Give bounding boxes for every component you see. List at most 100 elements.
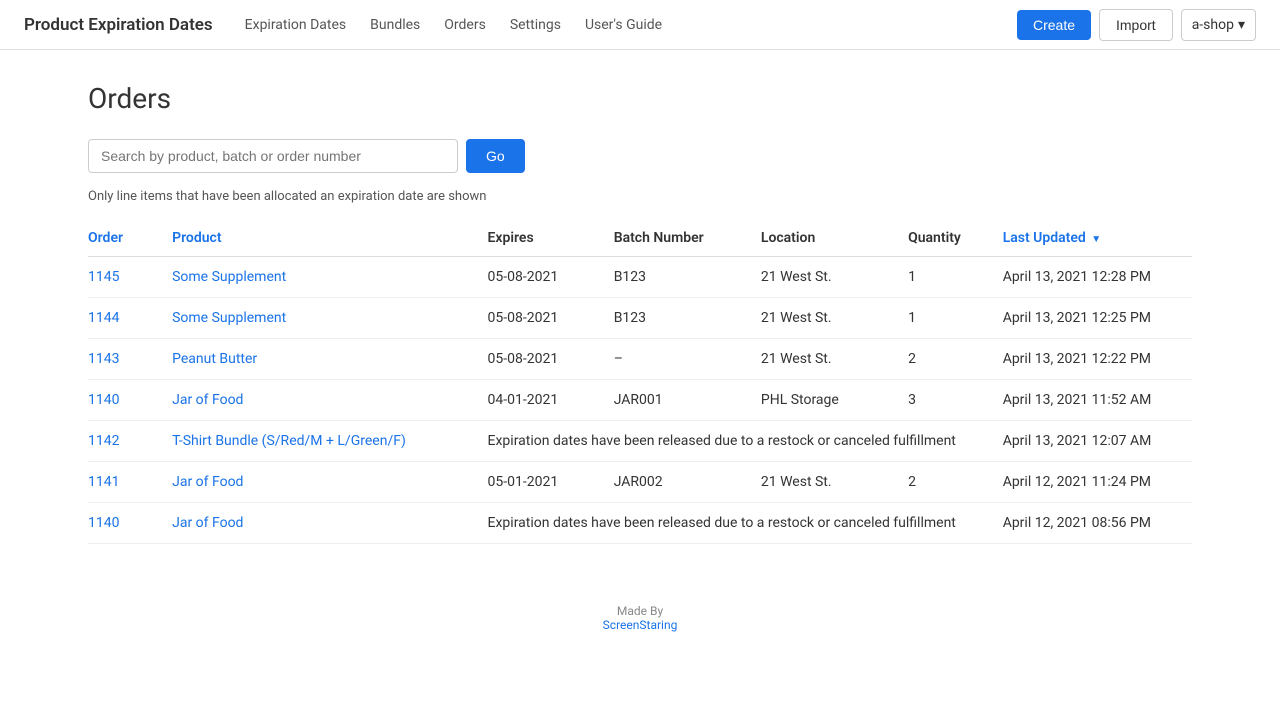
nav-expiration-dates[interactable]: Expiration Dates: [245, 17, 346, 33]
batch-cell: –: [614, 339, 761, 380]
info-text: Only line items that have been allocated…: [88, 189, 1192, 204]
location-cell: PHL Storage: [761, 380, 908, 421]
product-cell: Peanut Butter: [172, 339, 487, 380]
navbar: Product Expiration Dates Expiration Date…: [0, 0, 1280, 50]
expires-cell: 04-01-2021: [488, 380, 614, 421]
last-updated-cell: April 13, 2021 11:52 AM: [1003, 380, 1192, 421]
product-link[interactable]: T-Shirt Bundle (S/Red/M + L/Green/F): [172, 433, 406, 449]
navbar-actions: Create Import a-shop ▾: [1017, 9, 1256, 41]
table-body: 1145 Some Supplement 05-08-2021 B123 21 …: [88, 257, 1192, 544]
col-header-batch: Batch Number: [614, 220, 761, 257]
order-link[interactable]: 1145: [88, 269, 119, 285]
order-cell: 1142: [88, 421, 172, 462]
orders-table: Order Product Expires Batch Number Locat…: [88, 220, 1192, 544]
nav-settings[interactable]: Settings: [510, 17, 561, 33]
quantity-cell: 3: [908, 380, 1003, 421]
search-input[interactable]: [88, 139, 458, 173]
quantity-cell: 2: [908, 462, 1003, 503]
order-link[interactable]: 1140: [88, 392, 119, 408]
shop-name: a-shop: [1192, 17, 1234, 33]
create-button[interactable]: Create: [1017, 10, 1091, 40]
order-cell: 1141: [88, 462, 172, 503]
product-link[interactable]: Jar of Food: [172, 515, 243, 531]
last-updated-cell: April 13, 2021 12:07 AM: [1003, 421, 1192, 462]
order-cell: 1143: [88, 339, 172, 380]
main-content: Orders Go Only line items that have been…: [0, 50, 1280, 664]
col-header-quantity: Quantity: [908, 220, 1003, 257]
product-cell: Jar of Food: [172, 462, 487, 503]
product-cell: T-Shirt Bundle (S/Red/M + L/Green/F): [172, 421, 487, 462]
order-cell: 1145: [88, 257, 172, 298]
product-cell: Some Supplement: [172, 298, 487, 339]
col-header-expires: Expires: [488, 220, 614, 257]
last-updated-cell: April 13, 2021 12:25 PM: [1003, 298, 1192, 339]
col-header-product: Product: [172, 220, 487, 257]
company-link[interactable]: ScreenStaring: [603, 618, 678, 632]
order-cell: 1140: [88, 380, 172, 421]
location-cell: 21 West St.: [761, 462, 908, 503]
search-go-button[interactable]: Go: [466, 139, 525, 173]
order-sort-link[interactable]: Order: [88, 230, 123, 246]
product-link[interactable]: Jar of Food: [172, 474, 243, 490]
table-header-row: Order Product Expires Batch Number Locat…: [88, 220, 1192, 257]
sort-arrow-icon: ▼: [1091, 234, 1101, 245]
order-cell: 1144: [88, 298, 172, 339]
batch-cell: B123: [614, 257, 761, 298]
order-cell: 1140: [88, 503, 172, 544]
last-updated-sort-link[interactable]: Last Updated ▼: [1003, 230, 1101, 246]
table-row: 1141 Jar of Food 05-01-2021 JAR002 21 We…: [88, 462, 1192, 503]
nav-users-guide[interactable]: User's Guide: [585, 17, 662, 33]
order-link[interactable]: 1142: [88, 433, 119, 449]
batch-cell: B123: [614, 298, 761, 339]
product-link[interactable]: Some Supplement: [172, 269, 286, 285]
quantity-cell: 1: [908, 257, 1003, 298]
nav-links: Expiration Dates Bundles Orders Settings…: [245, 17, 1017, 33]
table-row: 1140 Jar of Food Expiration dates have b…: [88, 503, 1192, 544]
shop-selector[interactable]: a-shop ▾: [1181, 9, 1256, 41]
last-updated-cell: April 13, 2021 12:22 PM: [1003, 339, 1192, 380]
order-link[interactable]: 1144: [88, 310, 119, 326]
product-link[interactable]: Jar of Food: [172, 392, 243, 408]
batch-cell: JAR001: [614, 380, 761, 421]
expires-cell: 05-08-2021: [488, 257, 614, 298]
nav-bundles[interactable]: Bundles: [370, 17, 420, 33]
nav-orders[interactable]: Orders: [444, 17, 486, 33]
page-title: Orders: [88, 82, 1192, 115]
table-row: 1142 T-Shirt Bundle (S/Red/M + L/Green/F…: [88, 421, 1192, 462]
footer: Made By ScreenStaring: [88, 604, 1192, 632]
product-cell: Jar of Food: [172, 503, 487, 544]
order-link[interactable]: 1140: [88, 515, 119, 531]
quantity-cell: 1: [908, 298, 1003, 339]
location-cell: 21 West St.: [761, 339, 908, 380]
col-header-location: Location: [761, 220, 908, 257]
table-row: 1145 Some Supplement 05-08-2021 B123 21 …: [88, 257, 1192, 298]
app-brand: Product Expiration Dates: [24, 15, 213, 35]
product-link[interactable]: Some Supplement: [172, 310, 286, 326]
product-cell: Jar of Food: [172, 380, 487, 421]
order-link[interactable]: 1143: [88, 351, 119, 367]
location-cell: 21 West St.: [761, 298, 908, 339]
batch-cell: JAR002: [614, 462, 761, 503]
made-by-label: Made By: [88, 604, 1192, 618]
product-link[interactable]: Peanut Butter: [172, 351, 257, 367]
last-updated-cell: April 13, 2021 12:28 PM: [1003, 257, 1192, 298]
note-cell: Expiration dates have been released due …: [488, 503, 1003, 544]
table-row: 1140 Jar of Food 04-01-2021 JAR001 PHL S…: [88, 380, 1192, 421]
last-updated-cell: April 12, 2021 11:24 PM: [1003, 462, 1192, 503]
expires-cell: 05-08-2021: [488, 298, 614, 339]
chevron-down-icon: ▾: [1238, 17, 1245, 33]
quantity-cell: 2: [908, 339, 1003, 380]
col-header-last-updated[interactable]: Last Updated ▼: [1003, 220, 1192, 257]
product-sort-link[interactable]: Product: [172, 230, 221, 246]
import-button[interactable]: Import: [1099, 9, 1173, 41]
order-link[interactable]: 1141: [88, 474, 119, 490]
table-row: 1144 Some Supplement 05-08-2021 B123 21 …: [88, 298, 1192, 339]
last-updated-cell: April 12, 2021 08:56 PM: [1003, 503, 1192, 544]
note-cell: Expiration dates have been released due …: [488, 421, 1003, 462]
table-row: 1143 Peanut Butter 05-08-2021 – 21 West …: [88, 339, 1192, 380]
location-cell: 21 West St.: [761, 257, 908, 298]
col-header-order: Order: [88, 220, 172, 257]
search-bar: Go: [88, 139, 1192, 173]
expires-cell: 05-08-2021: [488, 339, 614, 380]
expires-cell: 05-01-2021: [488, 462, 614, 503]
